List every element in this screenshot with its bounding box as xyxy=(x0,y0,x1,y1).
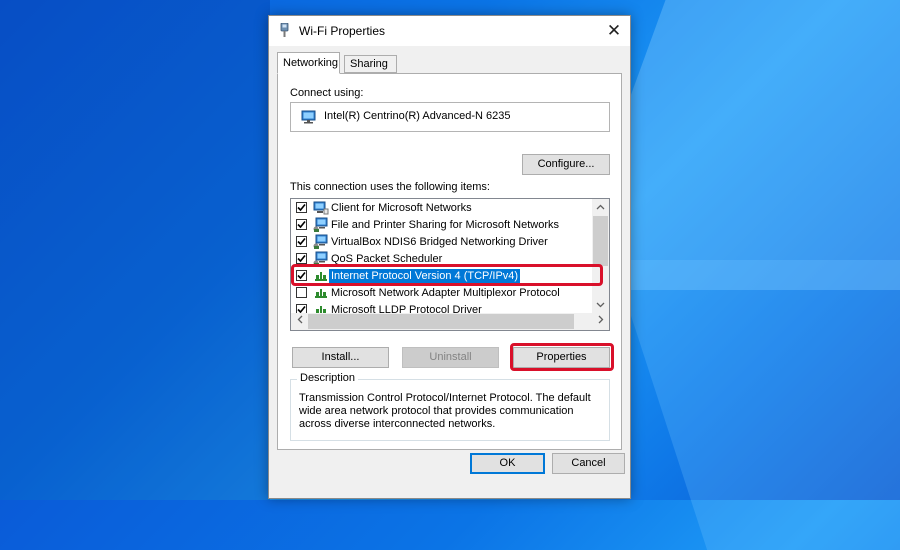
scroll-down-icon[interactable] xyxy=(592,297,609,314)
list-item-label: VirtualBox NDIS6 Bridged Networking Driv… xyxy=(331,236,548,248)
network-client-icon xyxy=(313,200,329,216)
list-item[interactable]: VirtualBox NDIS6 Bridged Networking Driv… xyxy=(291,234,593,251)
description-legend: Description xyxy=(297,372,359,384)
network-service-icon xyxy=(313,217,329,233)
protocol-icon xyxy=(313,285,329,301)
title-bar: Wi-Fi Properties ✕ xyxy=(269,16,630,46)
items-label: This connection uses the following items… xyxy=(290,181,490,193)
checkbox-checked[interactable] xyxy=(296,236,307,247)
checkbox-unchecked[interactable] xyxy=(296,287,307,298)
list-item[interactable]: Client for Microsoft Networks xyxy=(291,200,593,217)
desktop-shade xyxy=(0,0,270,500)
wifi-properties-dialog: Wi-Fi Properties ✕ Networking Sharing Co… xyxy=(268,15,631,499)
list-item-label: File and Printer Sharing for Microsoft N… xyxy=(331,219,560,231)
horizontal-scroll-thumb[interactable] xyxy=(308,314,574,329)
vertical-scroll-thumb[interactable] xyxy=(593,216,608,266)
install-button[interactable]: Install... xyxy=(292,347,389,368)
list-item-label: Internet Protocol Version 4 (TCP/IPv4) xyxy=(329,269,521,283)
network-service-icon xyxy=(313,234,329,250)
description-group: Description Transmission Control Protoco… xyxy=(290,372,610,441)
window-title: Wi-Fi Properties xyxy=(299,24,386,38)
uninstall-button: Uninstall xyxy=(402,347,499,368)
ok-button[interactable]: OK xyxy=(470,453,545,474)
description-text: Transmission Control Protocol/Internet P… xyxy=(299,392,591,430)
network-adapter-icon xyxy=(280,23,289,37)
list-item[interactable]: QoS Packet Scheduler xyxy=(291,251,593,268)
list-item[interactable]: Microsoft Network Adapter Multiplexor Pr… xyxy=(291,285,593,302)
tab-sharing[interactable]: Sharing xyxy=(344,55,397,73)
scroll-right-icon[interactable] xyxy=(592,313,609,330)
protocol-icon xyxy=(313,268,329,284)
cancel-button[interactable]: Cancel xyxy=(552,453,625,474)
list-item[interactable]: Internet Protocol Version 4 (TCP/IPv4) xyxy=(291,268,593,285)
horizontal-scrollbar[interactable] xyxy=(291,313,609,330)
list-item-label: Microsoft Network Adapter Multiplexor Pr… xyxy=(331,287,560,299)
checkbox-checked[interactable] xyxy=(296,270,307,281)
scroll-up-icon[interactable] xyxy=(592,199,609,216)
adapter-name: Intel(R) Centrino(R) Advanced-N 6235 xyxy=(324,110,511,122)
networking-panel: Connect using: Intel(R) Centrino(R) Adva… xyxy=(277,73,622,450)
list-item-label: Client for Microsoft Networks xyxy=(331,202,472,214)
connect-using-label: Connect using: xyxy=(290,87,364,99)
checkbox-checked[interactable] xyxy=(296,202,307,213)
checkbox-checked[interactable] xyxy=(296,219,307,230)
vertical-scrollbar[interactable] xyxy=(592,199,609,314)
close-icon[interactable]: ✕ xyxy=(598,16,630,46)
adapter-field: Intel(R) Centrino(R) Advanced-N 6235 xyxy=(290,102,610,132)
network-service-icon xyxy=(313,251,329,267)
list-item-label: QoS Packet Scheduler xyxy=(331,253,443,265)
configure-button[interactable]: Configure... xyxy=(522,154,610,175)
desktop-light-beam xyxy=(612,260,900,550)
list-item[interactable]: File and Printer Sharing for Microsoft N… xyxy=(291,217,593,234)
items-list[interactable]: Client for Microsoft Networks File and Pr… xyxy=(290,198,610,331)
network-adapter-icon xyxy=(301,110,316,124)
tab-networking[interactable]: Networking xyxy=(277,52,340,74)
properties-button[interactable]: Properties xyxy=(513,347,610,368)
checkbox-checked[interactable] xyxy=(296,253,307,264)
scroll-left-icon[interactable] xyxy=(291,313,308,330)
